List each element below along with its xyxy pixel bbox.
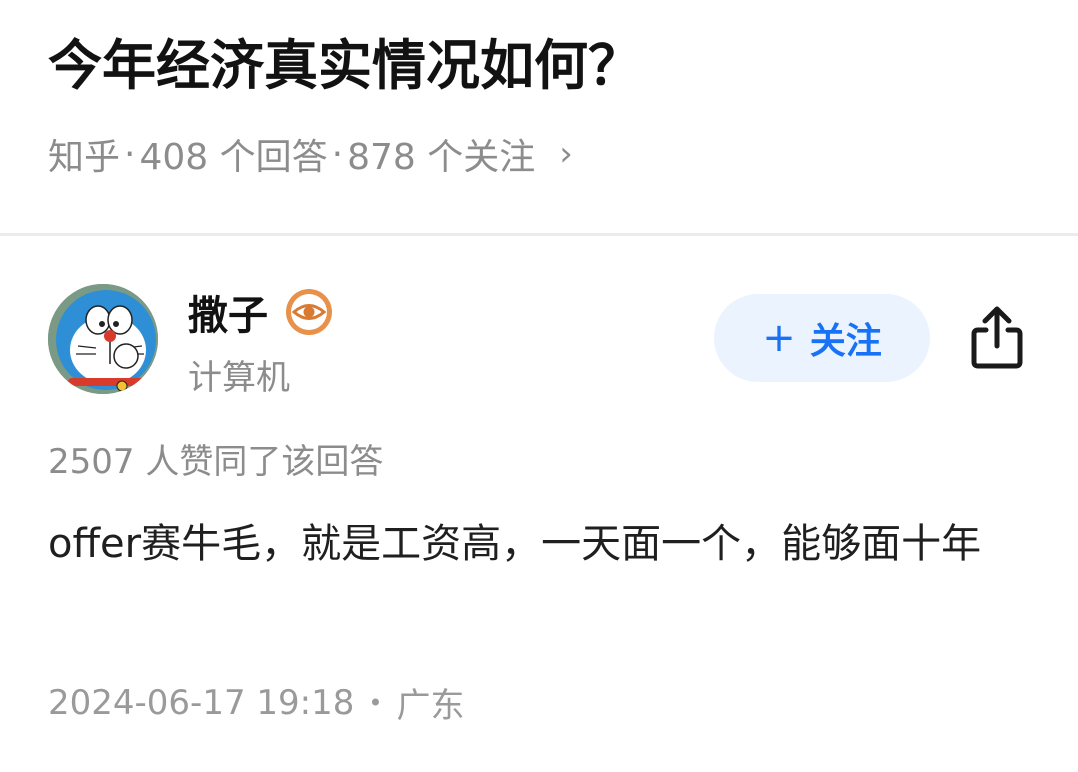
author-name-row: 撒子 [188,284,334,340]
meta-separator: · [124,133,136,175]
question-source: 知乎 [48,137,121,178]
question-title[interactable]: 今年经济真实情况如何？ [48,26,642,106]
follow-button[interactable]: + 关注 [714,294,930,382]
author-name[interactable]: 撒子 [188,283,268,341]
author-bio: 计算机 [188,358,290,398]
vote-count: 2507 人赞同了该回答 [48,442,384,482]
author-row: 撒子 计算机 + 关注 [48,284,1038,398]
divider [0,233,1078,236]
answer-location: 广东 [396,686,465,726]
meta-separator: · [331,133,344,175]
chevron-right-icon: › [559,134,573,174]
share-icon[interactable] [968,304,1026,370]
answer-count: 408 个回答 [139,137,328,178]
doraemon-avatar-image [48,284,158,394]
eye-badge-icon [286,289,332,335]
answer-meta: 2024-06-17 19:18 • 广东 [48,678,465,727]
follower-count: 878 个关注 [347,137,536,178]
question-meta[interactable]: 知乎 · 408 个回答 · 878 个关注 › [48,128,573,180]
follow-label: 关注 [809,321,882,362]
meta-dot: • [368,688,383,717]
plus-icon: + [762,315,796,361]
avatar[interactable] [48,284,158,394]
answer-content[interactable]: offer赛牛毛，就是工资高，一天面一个，能够面十年 [48,514,1028,574]
answer-date: 2024-06-17 19:18 [48,682,355,723]
